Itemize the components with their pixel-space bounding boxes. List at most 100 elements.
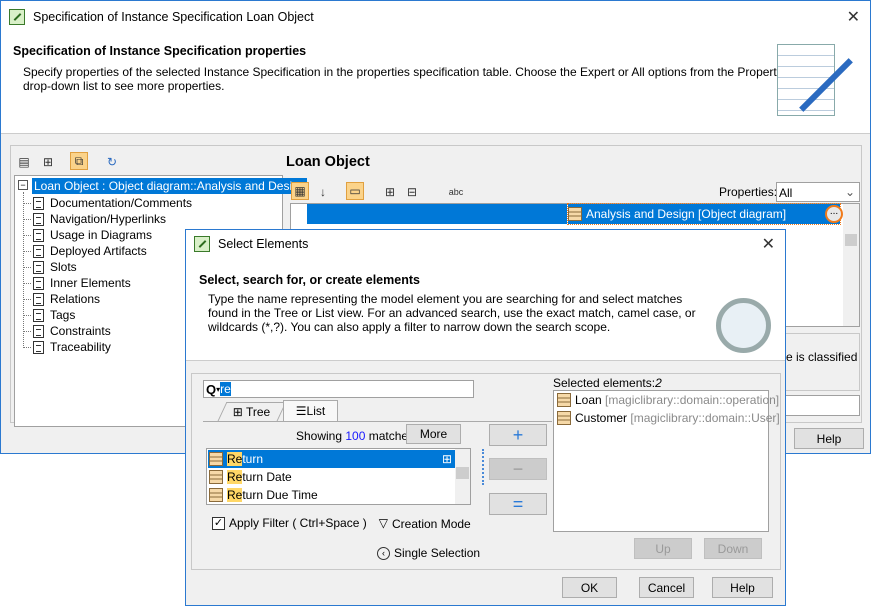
copy-icon[interactable]: ⧉ — [70, 152, 88, 170]
selected-item[interactable]: Loan [magiclibrary::domain::operation] — [557, 393, 779, 407]
dialog-desc: Type the name representing the model ele… — [208, 292, 683, 306]
properties-value: All — [779, 186, 793, 200]
categorized-icon[interactable]: ▦ — [291, 182, 309, 200]
tree-item[interactable]: Constraints — [23, 323, 111, 339]
document-icon — [33, 308, 44, 322]
match-count: Showing 100 matches — [296, 429, 415, 443]
description-icon[interactable]: ▭ — [346, 182, 364, 200]
result-item[interactable]: Re turn Due Time — [208, 486, 456, 504]
dialog-desc: found in the Tree or List view. For an a… — [208, 306, 696, 320]
add-button[interactable]: + — [489, 424, 547, 446]
refresh-icon[interactable]: ↻ — [103, 153, 121, 171]
more-button[interactable]: More — [406, 424, 461, 444]
up-button[interactable]: Up — [634, 538, 692, 559]
element-icon — [557, 393, 571, 407]
properties-dropdown[interactable]: All ⌄ — [776, 182, 860, 202]
down-button[interactable]: Down — [704, 538, 762, 559]
tree-item[interactable]: Traceability — [23, 339, 111, 355]
header-desc: Specify properties of the selected Insta… — [23, 65, 793, 79]
tree-item[interactable]: Usage in Diagrams — [23, 227, 153, 243]
single-selection-label: Single Selection — [394, 546, 481, 560]
dialog-title: Select Elements — [218, 237, 309, 251]
tree-item-label: Navigation/Hyperlinks — [50, 212, 167, 226]
search-value: re — [220, 382, 231, 396]
element-icon — [209, 470, 223, 484]
ok-button[interactable]: OK — [562, 577, 617, 598]
tree-item[interactable]: Slots — [23, 259, 77, 275]
ellipsis-button[interactable]: ... — [825, 205, 843, 223]
element-icon — [209, 488, 223, 502]
collapse-icon[interactable]: − — [18, 180, 28, 190]
scrollbar[interactable] — [843, 204, 859, 326]
title-bar: Specification of Instance Specification … — [1, 1, 870, 32]
value-field[interactable] — [781, 395, 860, 416]
tree-item-label: Slots — [50, 260, 77, 274]
scrollbar[interactable] — [455, 449, 470, 504]
select-elements-dialog: Select Elements ✕ Select, search for, or… — [185, 229, 786, 606]
selected-item[interactable]: Customer [magiclibrary::domain::User] — [557, 411, 780, 425]
help-button[interactable]: Help — [712, 577, 773, 598]
chevron-left-icon: ‹ — [377, 546, 390, 560]
header: Specification of Instance Specification … — [1, 32, 870, 134]
diagram-icon — [568, 207, 582, 221]
replace-button[interactable]: = — [489, 493, 547, 515]
remove-button[interactable]: − — [489, 458, 547, 480]
document-icon — [33, 260, 44, 274]
document-icon — [33, 292, 44, 306]
tree-item[interactable]: Documentation/Comments — [23, 195, 192, 211]
element-icon — [557, 411, 571, 425]
property-value: Analysis and Design [Object diagram] — [586, 207, 787, 221]
tree-root[interactable]: Loan Object : Object diagram::Analysis a… — [32, 178, 308, 194]
dialog-header-title: Select, search for, or create elements — [199, 273, 420, 287]
close-icon[interactable]: ✕ — [762, 234, 775, 254]
filter-icon[interactable]: ▽ — [379, 516, 388, 530]
tree-item-label: Constraints — [50, 324, 111, 338]
selected-elements-label: Selected elements:2 — [553, 376, 662, 390]
document-icon — [33, 228, 44, 242]
app-icon — [9, 8, 25, 25]
property-name-cell[interactable] — [307, 204, 567, 224]
dialog-header: Select, search for, or create elements T… — [186, 258, 785, 361]
description-text: ce is classified — [780, 350, 858, 364]
tree-item-label: Usage in Diagrams — [50, 228, 153, 242]
creation-mode-link[interactable]: Creation Mode — [392, 517, 471, 531]
tree-view-icon[interactable]: ⊞ — [39, 153, 57, 171]
search-icon: Q — [206, 381, 217, 397]
table-view-icon[interactable]: ▤ — [15, 153, 33, 171]
magnifier-illustration — [716, 298, 771, 353]
expand-all-icon[interactable]: ⊞ — [381, 183, 399, 201]
tree-item-label: Deployed Artifacts — [50, 244, 147, 258]
dialog-title-bar: Select Elements ✕ — [186, 230, 785, 258]
spelling-icon[interactable]: abc — [447, 183, 465, 201]
help-button[interactable]: Help — [794, 428, 864, 449]
property-value-cell[interactable]: Analysis and Design [Object diagram] — [567, 203, 841, 225]
cancel-button[interactable]: Cancel — [639, 577, 694, 598]
collapse-all-icon[interactable]: ⊟ — [403, 183, 421, 201]
tree-item[interactable]: Relations — [23, 291, 100, 307]
document-icon — [33, 244, 44, 258]
panel-title: Loan Object — [286, 154, 370, 170]
apply-filter-label: Apply Filter ( Ctrl+Space ) — [229, 516, 367, 530]
search-input[interactable]: Q ▾ re — [203, 380, 474, 398]
tree-item[interactable]: Inner Elements — [23, 275, 131, 291]
show-in-tree-icon[interactable]: ⊞ — [442, 452, 452, 466]
tab-list[interactable]: ☰ List — [283, 400, 338, 421]
close-icon[interactable]: ✕ — [847, 7, 860, 27]
sort-alpha-icon[interactable]: ↓ — [314, 183, 332, 201]
tree-item[interactable]: Deployed Artifacts — [23, 243, 147, 259]
header-title: Specification of Instance Specification … — [13, 44, 307, 58]
properties-label: Properties: — [719, 185, 778, 199]
apply-filter-checkbox[interactable]: ✓ Apply Filter ( Ctrl+Space ) ▽ — [212, 516, 388, 530]
result-item[interactable]: Re turn ⊞ — [208, 450, 456, 468]
tab-tree[interactable]: ⊞ Tree — [217, 402, 287, 421]
app-icon — [194, 236, 210, 252]
selected-elements-list: Loan [magiclibrary::domain::operation]Cu… — [553, 390, 780, 532]
checkbox-checked-icon: ✓ — [212, 516, 225, 530]
window-title: Specification of Instance Specification … — [33, 9, 314, 24]
single-selection-toggle[interactable]: ‹ Single Selection — [377, 546, 480, 560]
tree-item-label: Traceability — [50, 340, 111, 354]
description-box: ce is classified — [780, 333, 860, 391]
result-item[interactable]: Re turn Date — [208, 468, 456, 486]
tree-item[interactable]: Tags — [23, 307, 75, 323]
tree-item[interactable]: Navigation/Hyperlinks — [23, 211, 167, 227]
